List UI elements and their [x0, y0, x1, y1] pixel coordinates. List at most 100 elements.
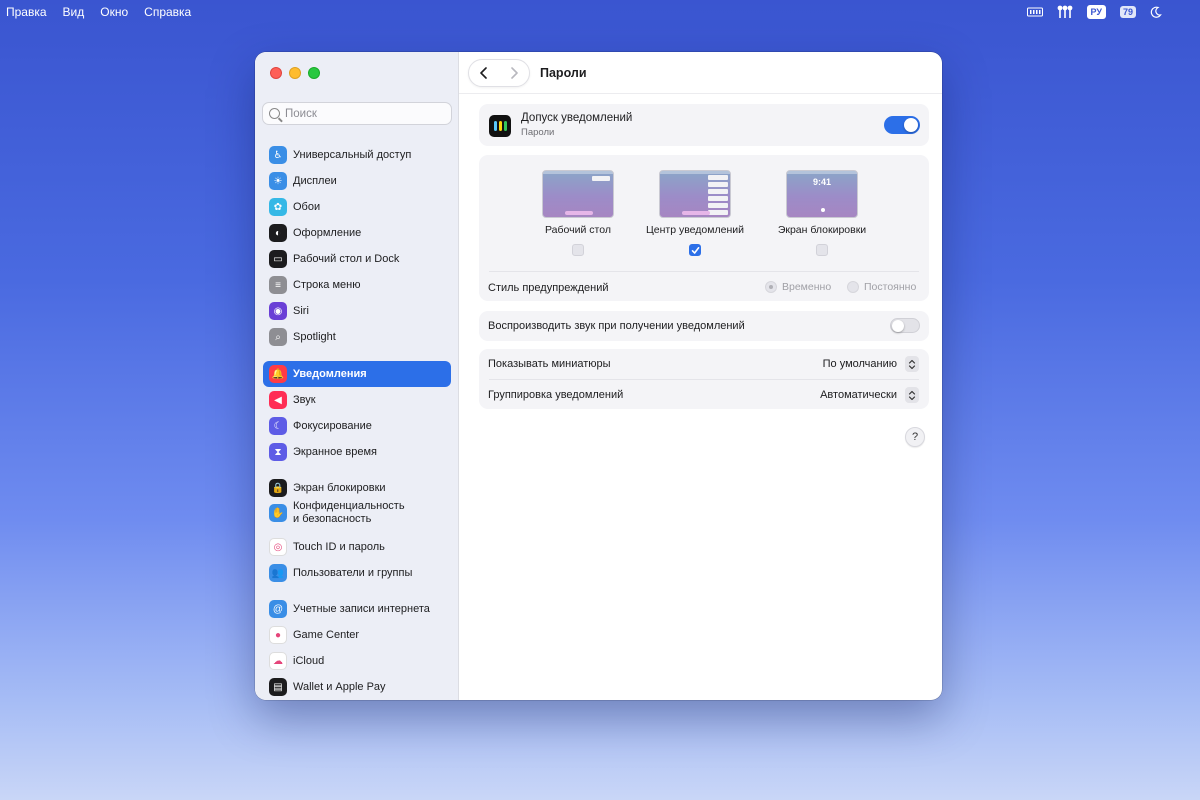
menu-bar: Правка Вид Окно Справка РУ 79	[0, 0, 1200, 24]
menubar-icon: ≡	[269, 276, 287, 294]
chevron-left-icon	[480, 67, 487, 79]
allow-notifications-toggle[interactable]	[884, 116, 920, 134]
sidebar-item-label: Экранное время	[293, 445, 377, 458]
battery-indicator[interactable]: 79	[1119, 6, 1136, 18]
sidebar: ♿ Универсальный доступ ☀ Дисплеи ✿ Обои ◐ Оформ…	[255, 52, 459, 700]
sidebar-item-menubar[interactable]: ≡ Строка меню	[263, 272, 451, 298]
notification-center-checkbox[interactable]	[689, 244, 701, 256]
lock-screen-preview-image[interactable]: 9:41	[786, 170, 858, 218]
lock-screen-clock: 9:41	[812, 177, 831, 187]
alert-style-label: Стиль предупреждений	[488, 282, 609, 294]
focus-moon-icon[interactable]	[1150, 4, 1162, 20]
sidebar-item-label: Фокусирование	[293, 419, 372, 432]
sidebar-item-hourglass[interactable]: ⧗ Экранное время	[263, 439, 451, 465]
display-options-card: Показывать миниатюры По умолчанию Группи…	[479, 349, 929, 409]
menu-view[interactable]: Вид	[63, 5, 85, 19]
speaker-icon: ◀	[269, 391, 287, 409]
menu-window[interactable]: Окно	[100, 5, 128, 19]
menu-help[interactable]: Справка	[144, 5, 191, 19]
game-center-icon: ●	[269, 626, 287, 644]
alert-style-temporary-radio[interactable]: Временно	[765, 281, 831, 293]
sidebar-item-hand[interactable]: ✋ Конфиденциальность и безопасность	[263, 498, 451, 528]
sidebar-item-label: Звук	[293, 393, 316, 406]
sidebar-item-game-center[interactable]: ● Game Center	[263, 622, 451, 648]
notification-center-preview-image[interactable]	[659, 170, 731, 218]
lock-screen-checkbox[interactable]	[816, 244, 828, 256]
sidebar-item-label: Пользователи и группы	[293, 566, 413, 579]
sidebar-item-appearance[interactable]: ◐ Оформление	[263, 220, 451, 246]
search-field[interactable]	[262, 102, 452, 125]
sidebar-item-label: Рабочий стол и Dock	[293, 252, 400, 265]
allow-notifications-card: Допуск уведомлений Пароли	[479, 104, 929, 146]
sidebar-item-moon[interactable]: ☾ Фокусирование	[263, 413, 451, 439]
up-down-chevron-icon	[905, 387, 919, 403]
settings-window: ♿ Универсальный доступ ☀ Дисплеи ✿ Обои ◐ Оформ…	[255, 52, 942, 700]
grouping-popup[interactable]: Автоматически	[820, 387, 919, 403]
sidebar-item-spotlight-search[interactable]: ⌕ Spotlight	[263, 324, 451, 350]
sidebar-item-at-sign[interactable]: @ Учетные записи интернета	[263, 596, 451, 622]
sidebar-item-wallpaper-flower[interactable]: ✿ Обои	[263, 194, 451, 220]
sidebar-item-icloud[interactable]: ☁ iCloud	[263, 648, 451, 674]
spotlight-search-icon: ⌕	[269, 328, 287, 346]
back-button[interactable]	[469, 60, 499, 86]
alert-style-card: Рабочий стол Центр уведомлений 9:41 Экра…	[479, 155, 929, 301]
sidebar-item-label: Строка меню	[293, 278, 361, 291]
allow-notifications-app-name: Пароли	[521, 127, 555, 138]
wallet-icon: ▤	[269, 678, 287, 696]
hand-icon: ✋	[269, 504, 287, 522]
checkmark-icon	[691, 246, 699, 254]
up-down-chevron-icon	[905, 356, 919, 372]
hourglass-icon: ⧗	[269, 443, 287, 461]
sidebar-item-label: Конфиденциальность и безопасность	[293, 500, 405, 525]
show-previews-popup[interactable]: По умолчанию	[823, 356, 919, 372]
zoom-button[interactable]	[308, 67, 320, 79]
icloud-icon: ☁	[269, 652, 287, 670]
minimize-button[interactable]	[289, 67, 301, 79]
desktop-preview-image[interactable]	[542, 170, 614, 218]
forward-button[interactable]	[499, 60, 529, 86]
moon-icon: ☾	[269, 417, 287, 435]
memory-icon[interactable]	[1026, 4, 1043, 20]
toolbar: Пароли	[459, 52, 942, 94]
lock-icon: 🔒	[269, 479, 287, 497]
keyboard-layout-indicator[interactable]: РУ	[1086, 5, 1106, 19]
navigation-buttons	[468, 59, 530, 87]
sidebar-item-display-brightness[interactable]: ☀ Дисплеи	[263, 168, 451, 194]
sound-card: Воспроизводить звук при получении уведом…	[479, 311, 929, 341]
sidebar-item-label: Универсальный доступ	[293, 148, 412, 161]
main-pane: Пароли Допуск уведомлений Пароли Рабочий…	[459, 52, 942, 700]
sidebar-item-label: Учетные записи интернета	[293, 602, 430, 615]
passwords-menu-icon[interactable]	[1057, 4, 1073, 20]
divider	[489, 379, 919, 380]
sidebar-item-speaker[interactable]: ◀ Звук	[263, 387, 451, 413]
show-previews-label: Показывать миниатюры	[488, 358, 611, 370]
sidebar-item-users[interactable]: 👥 Пользователи и группы	[263, 560, 451, 586]
sidebar-item-label: iCloud	[293, 654, 325, 667]
fingerprint-icon: ◎	[269, 538, 287, 556]
close-button[interactable]	[270, 67, 282, 79]
help-button[interactable]: ?	[905, 427, 925, 447]
bell-icon: 🔔	[269, 365, 287, 383]
sidebar-item-label: Siri	[293, 304, 309, 317]
sidebar-item-bell[interactable]: 🔔 Уведомления	[263, 361, 451, 387]
search-icon	[269, 108, 280, 119]
alert-style-persistent-radio[interactable]: Постоянно	[847, 281, 916, 293]
wallpaper-flower-icon: ✿	[269, 198, 287, 216]
sidebar-item-label: Обои	[293, 200, 321, 213]
sidebar-item-desktop-dock[interactable]: ▭ Рабочий стол и Dock	[263, 246, 451, 272]
play-sound-toggle[interactable]	[890, 318, 920, 333]
chevron-right-icon	[511, 67, 518, 79]
at-sign-icon: @	[269, 600, 287, 618]
menu-edit[interactable]: Правка	[6, 5, 47, 19]
display-brightness-icon: ☀	[269, 172, 287, 190]
sidebar-item-wallet[interactable]: ▤ Wallet и Apple Pay	[263, 674, 451, 700]
sidebar-item-label: Spotlight	[293, 330, 336, 343]
divider	[489, 271, 919, 272]
sidebar-item-fingerprint[interactable]: ◎ Touch ID и пароль	[263, 534, 451, 560]
search-input[interactable]	[285, 107, 435, 120]
sidebar-item-accessibility[interactable]: ♿ Универсальный доступ	[263, 142, 451, 168]
sidebar-item-siri[interactable]: ◉ Siri	[263, 298, 451, 324]
sidebar-item-label: Экран блокировки	[293, 481, 386, 494]
desktop-checkbox[interactable]	[572, 244, 584, 256]
accessibility-icon: ♿	[269, 146, 287, 164]
